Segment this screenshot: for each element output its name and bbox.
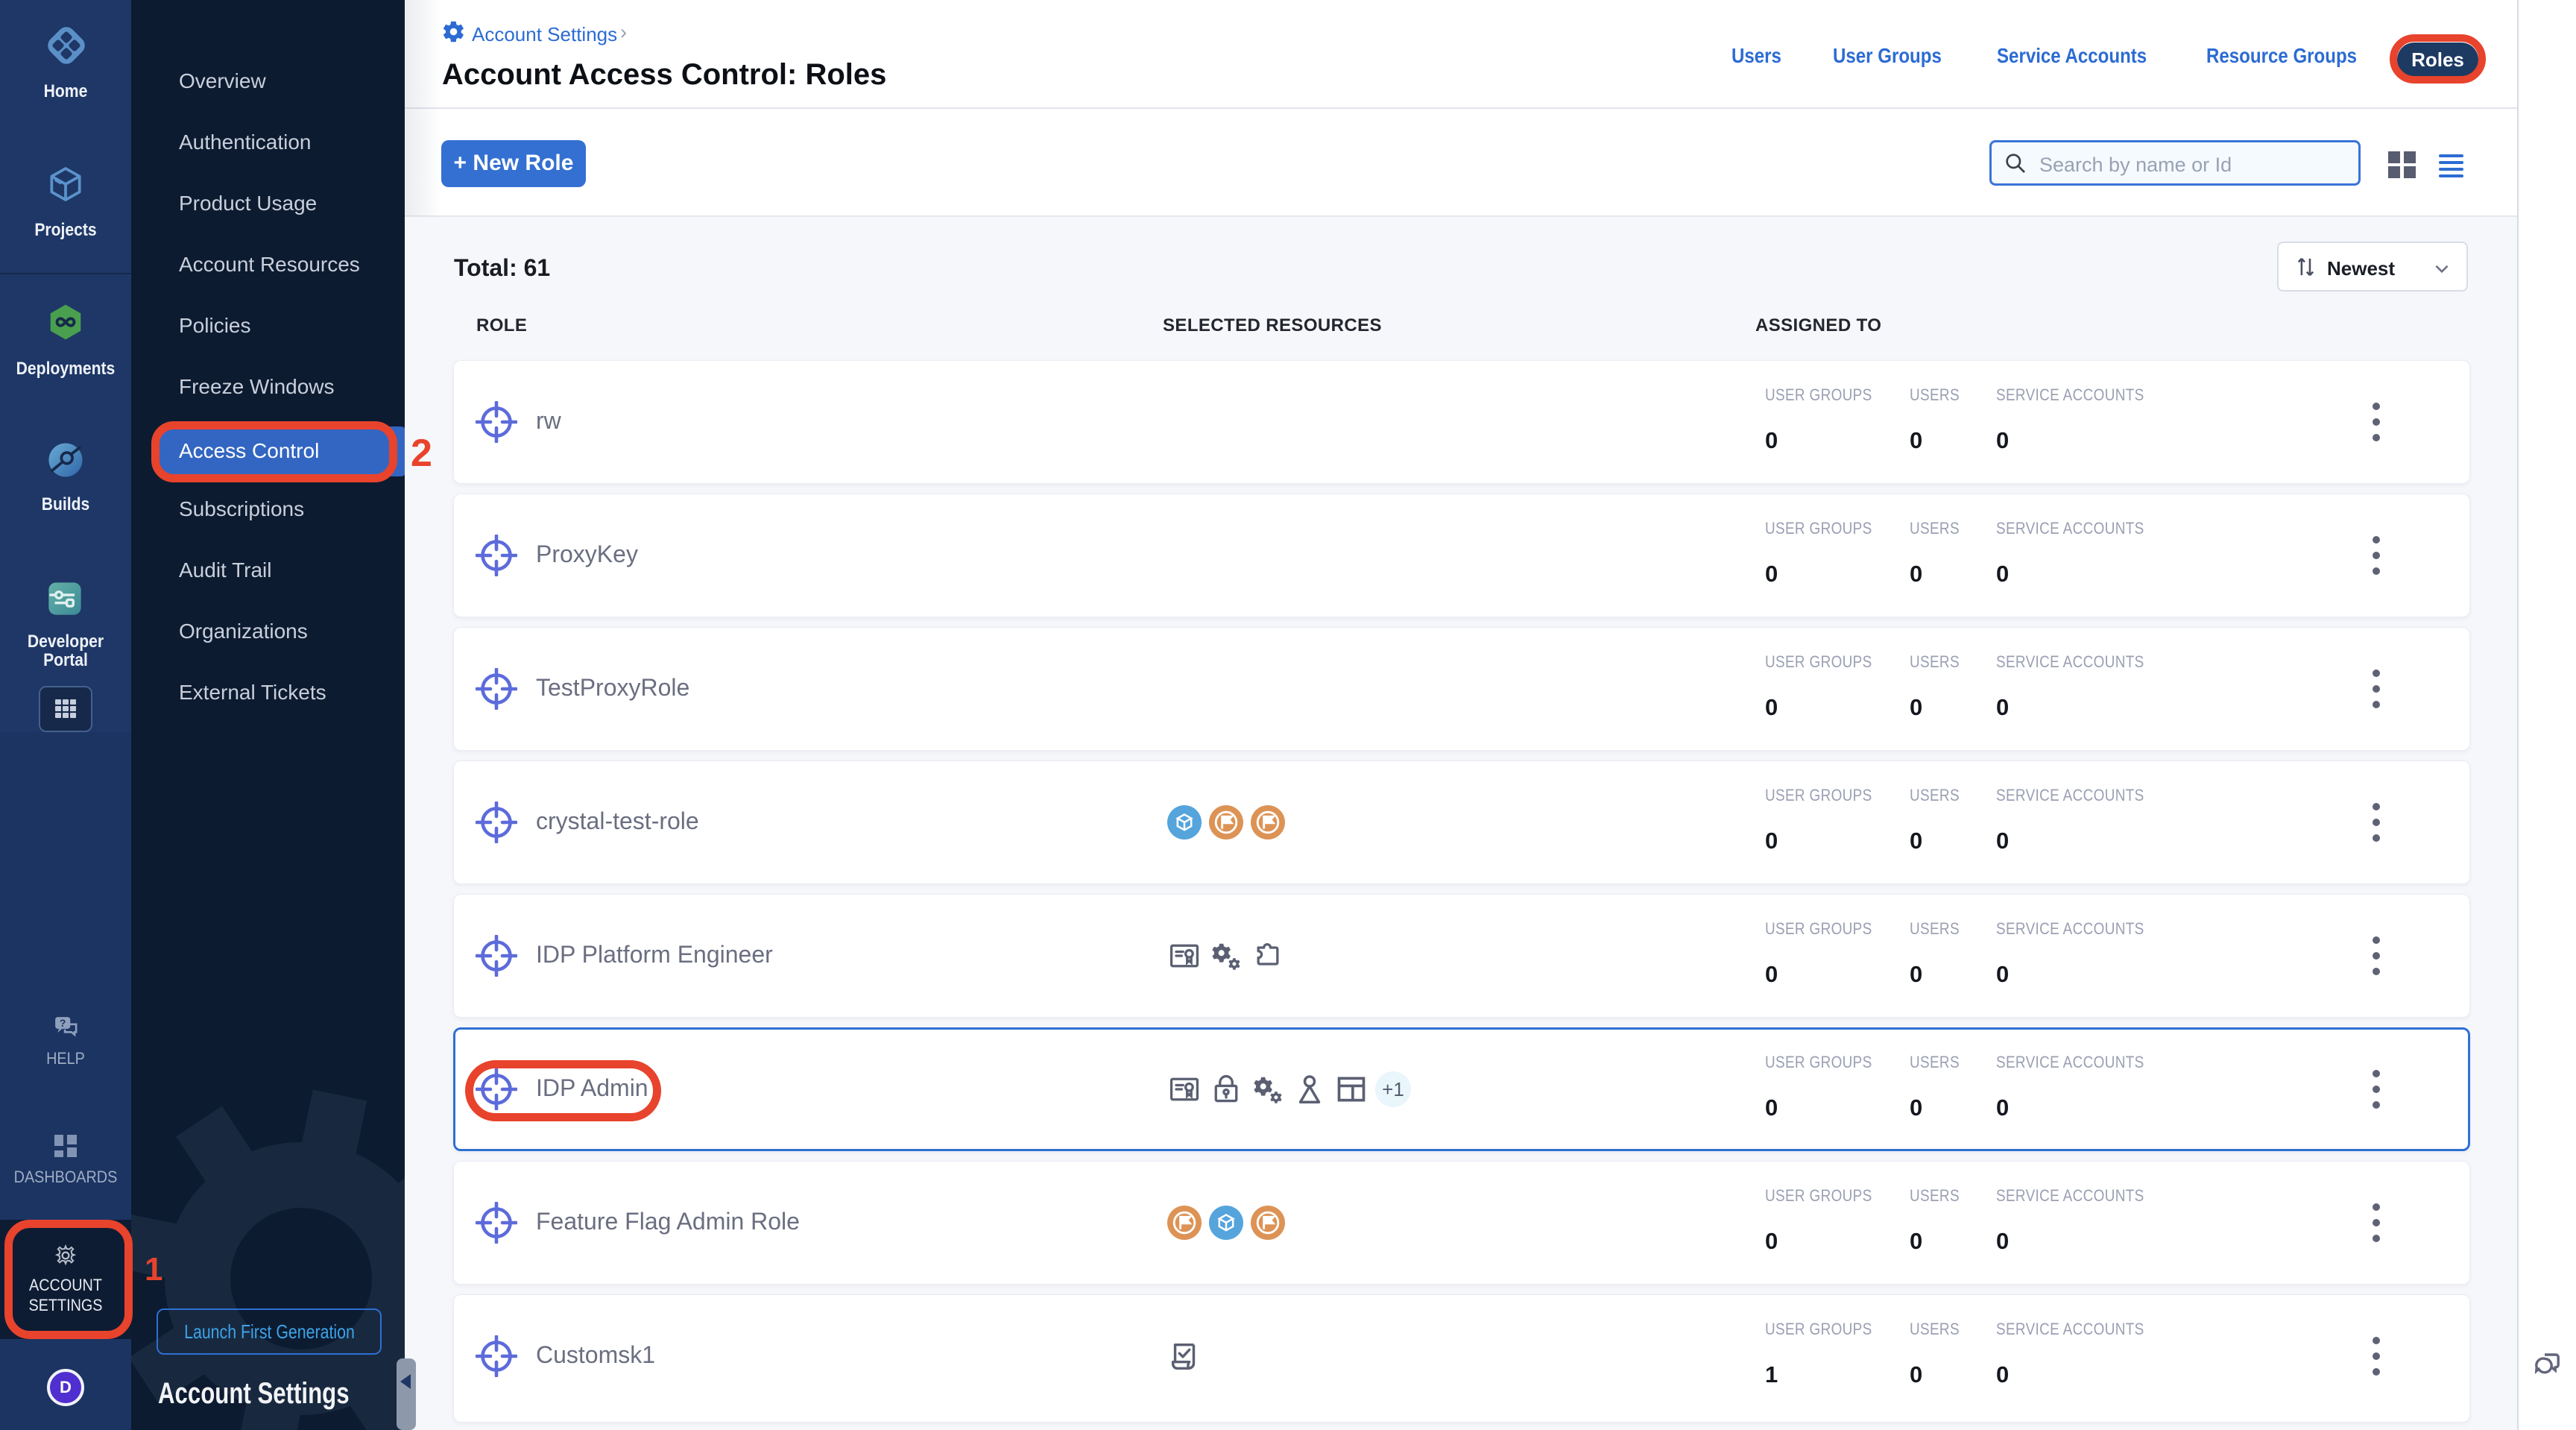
svg-text:?: ? [60,1017,66,1029]
